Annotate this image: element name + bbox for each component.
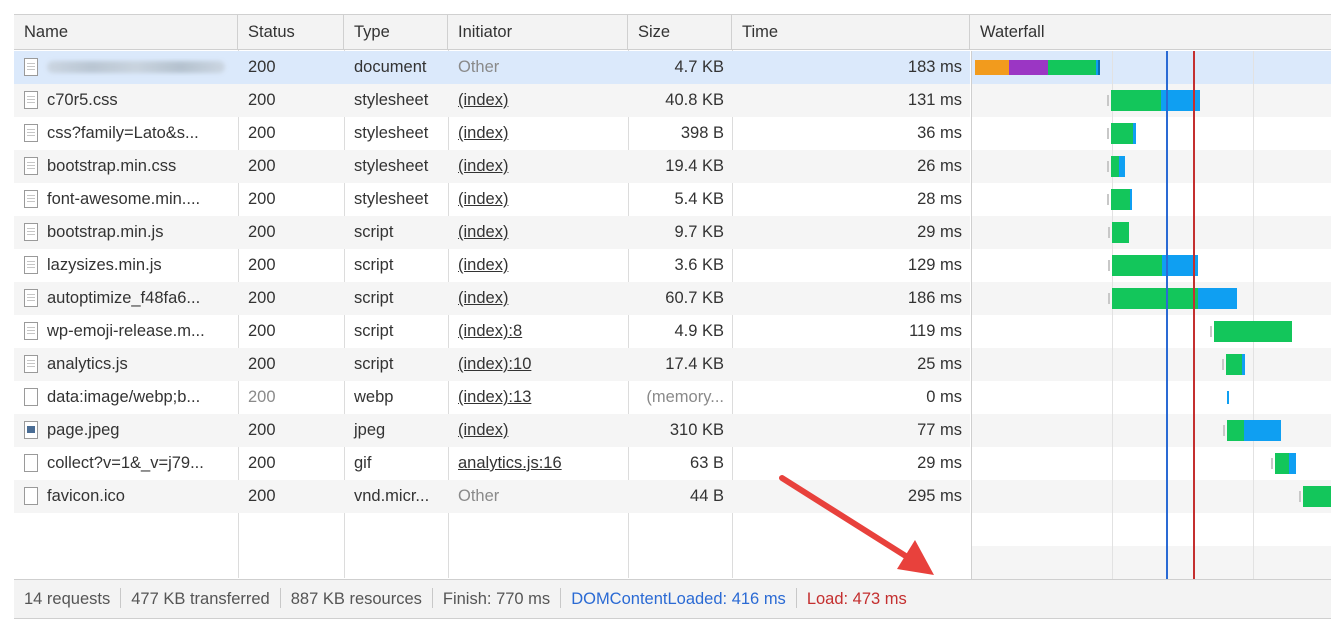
annotation-arrow-shaft [779, 475, 915, 563]
annotation-arrow [779, 475, 934, 575]
